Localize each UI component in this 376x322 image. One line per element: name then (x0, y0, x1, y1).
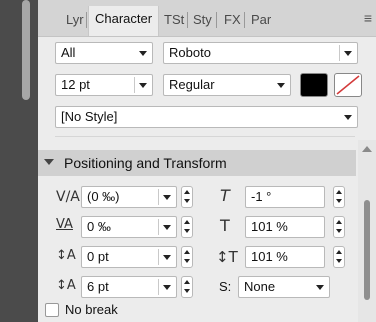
skew-field[interactable]: -1 ° (245, 186, 325, 208)
chevron-down-icon (344, 51, 352, 56)
panel-menu-icon[interactable]: ≡ (364, 10, 372, 26)
kerning-value: (0 ‰) (87, 189, 120, 204)
left-scrollbar[interactable] (22, 0, 30, 100)
horizontal-scale-icon: T (220, 216, 230, 235)
text-fill-color-swatch[interactable] (300, 73, 328, 97)
field-divider (158, 219, 159, 235)
baseline-shift-value: 0 pt (87, 249, 109, 264)
skew-value: -1 ° (251, 189, 272, 204)
kerning-icon: V/A (56, 189, 80, 205)
chevron-down-icon (344, 115, 352, 120)
field-divider (158, 279, 159, 295)
character-panel: Lyr Character TSt Sty FX Par ≡ All Robot… (38, 0, 376, 322)
vertical-scale-stepper[interactable] (333, 246, 345, 268)
field-divider (158, 189, 159, 205)
font-family-value: Roboto (169, 45, 211, 60)
panel-tabs: Lyr Character TSt Sty FX Par ≡ (38, 0, 376, 37)
app-root: Lyr Character TSt Sty FX Par ≡ All Robot… (0, 0, 376, 322)
chevron-down-icon (163, 255, 171, 260)
skew-stepper[interactable] (333, 186, 345, 208)
font-weight-value: Regular (169, 77, 215, 92)
script-select[interactable]: None (238, 276, 330, 298)
field-divider (134, 77, 135, 93)
positioning-section-header[interactable]: Positioning and Transform (38, 150, 356, 176)
tracking-icon: VA (56, 217, 73, 232)
font-family-field[interactable]: Roboto (163, 42, 358, 64)
tracking-field[interactable]: 0 ‰ (81, 216, 177, 238)
tab-divider (216, 12, 217, 28)
chevron-down-icon (316, 285, 324, 290)
font-size-field[interactable]: 12 pt (55, 74, 153, 96)
tab-layers[interactable]: Lyr (66, 10, 84, 30)
separator (55, 136, 355, 137)
chevron-down-icon (163, 225, 171, 230)
character-style-select[interactable]: [No Style] (55, 106, 358, 128)
script-value: None (244, 279, 276, 294)
kerning-stepper[interactable] (181, 186, 193, 208)
tab-text-styles[interactable]: TSt (164, 10, 184, 30)
left-dock (0, 0, 38, 322)
chevron-down-icon (277, 83, 285, 88)
tab-divider (187, 12, 188, 28)
no-break-label: No break (65, 302, 118, 317)
skew-icon: T (220, 186, 230, 205)
field-divider (158, 249, 159, 265)
text-stroke-color-swatch[interactable] (334, 73, 362, 97)
font-size-value: 12 pt (61, 77, 90, 92)
chevron-down-icon (139, 51, 147, 56)
horizontal-scale-stepper[interactable] (333, 216, 345, 238)
leading-icon: ↕A (56, 278, 76, 293)
baseline-shift-icon: ↕A (56, 248, 76, 263)
font-collection-select[interactable]: All (55, 42, 153, 64)
leading-value: 6 pt (87, 279, 109, 294)
no-break-checkbox[interactable] (45, 303, 59, 317)
chevron-down-icon (163, 195, 171, 200)
leading-field[interactable]: 6 pt (81, 276, 177, 298)
tab-divider (86, 12, 87, 28)
kerning-field[interactable]: (0 ‰) (81, 186, 177, 208)
tab-styles[interactable]: Sty (193, 10, 212, 30)
collapse-triangle-icon (44, 159, 54, 165)
tracking-stepper[interactable] (181, 216, 193, 238)
section-title: Positioning and Transform (64, 155, 227, 171)
vertical-scale-icon: ↕T (216, 248, 238, 266)
character-style-value: [No Style] (61, 109, 118, 124)
chevron-down-icon (139, 83, 147, 88)
vertical-scale-field[interactable]: 101 % (245, 246, 325, 268)
scroll-thumb[interactable] (364, 200, 370, 300)
tab-paragraph[interactable]: Par (251, 10, 271, 30)
baseline-shift-stepper[interactable] (181, 246, 193, 268)
no-color-slash-icon (336, 75, 360, 95)
tab-divider (244, 12, 245, 28)
tab-character[interactable]: Character (88, 6, 160, 36)
chevron-down-icon (163, 285, 171, 290)
baseline-shift-field[interactable]: 0 pt (81, 246, 177, 268)
scroll-up-icon[interactable] (362, 146, 372, 152)
vertical-scale-value: 101 % (251, 249, 288, 264)
panel-scrollbar[interactable] (358, 140, 376, 322)
horizontal-scale-value: 101 % (251, 219, 288, 234)
script-label: S: (219, 279, 232, 294)
font-collection-value: All (61, 45, 76, 60)
font-weight-select[interactable]: Regular (163, 74, 291, 96)
tab-effects[interactable]: FX (224, 10, 241, 30)
field-divider (339, 45, 340, 61)
tracking-value: 0 ‰ (87, 219, 111, 234)
leading-stepper[interactable] (181, 276, 193, 298)
horizontal-scale-field[interactable]: 101 % (245, 216, 325, 238)
